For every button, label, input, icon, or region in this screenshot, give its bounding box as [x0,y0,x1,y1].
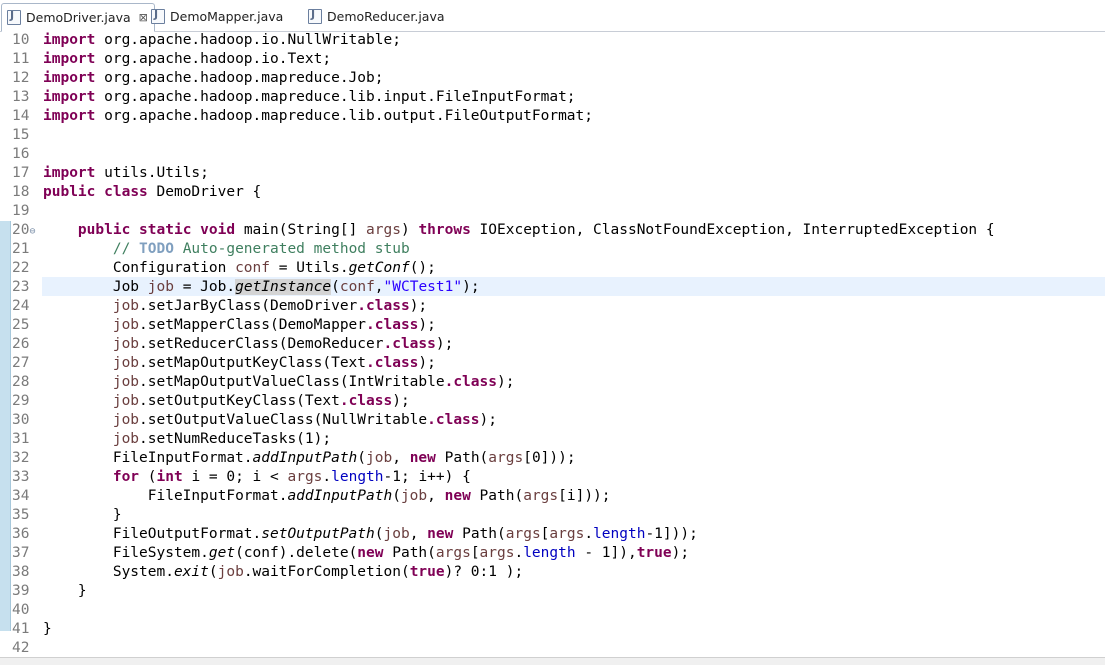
fold-collapse-icon[interactable]: ⊖ [29,226,35,237]
editor-tab-bar: DemoDriver.java ⊠ DemoMapper.java DemoRe… [0,0,1105,32]
code-line: 23 Job job = Job.getInstance(conf,"WCTes… [12,279,480,295]
code-line: 19 [0,202,1105,221]
line-number: 25 [12,317,30,333]
code-line: 39 } [12,583,87,599]
code-line: 38 System.exit(job.waitForCompletion(tru… [12,564,524,580]
code-line: 36 FileOutputFormat.setOutputPath(job, n… [12,526,698,542]
line-number: 21 [12,241,30,257]
code-line: 15 [0,126,1105,145]
code-line: 20⊖ public static void main(String[] arg… [0,221,1105,240]
line-number: 42 [12,640,30,656]
code-line: 10 import org.apache.hadoop.io.NullWritab… [12,32,401,48]
java-file-icon [308,8,322,24]
line-number: 32 [12,450,30,466]
code-line: 12 import org.apache.hadoop.mapreduce.Job… [12,70,384,86]
code-line: 40 [0,601,1105,620]
line-number: 30 [12,412,30,428]
line-number: 19 [12,203,30,219]
line-number: 24 [12,298,30,314]
code-editor[interactable]: 10 import org.apache.hadoop.io.NullWritab… [0,31,1105,664]
line-number: 40 [12,602,30,618]
line-number: 15 [12,127,30,143]
code-line: 27 job.setMapOutputKeyClass(Text.class); [12,355,436,371]
line-number: 27 [12,355,30,371]
code-line: 18 public class DemoDriver { [12,184,262,200]
line-number: 10 [12,32,30,48]
code-line: 37 FileSystem.get(conf).delete(new Path(… [12,545,690,561]
code-line: 16 [0,145,1105,164]
code-line: 42 [0,639,1105,658]
line-number: 13 [12,89,30,105]
line-number: 20⊖ [12,222,36,238]
line-number: 41 [12,621,30,637]
tab-demodriver[interactable]: DemoDriver.java ⊠ [1,3,155,32]
line-number: 34 [12,488,30,504]
line-number: 38 [12,564,30,580]
line-number: 14 [12,108,30,124]
code-line: 41} [12,621,52,637]
tab-demoreducer[interactable]: DemoReducer.java [308,3,445,30]
code-line: 22 Configuration conf = Utils.getConf(); [12,260,436,276]
java-file-icon [151,8,165,24]
code-line: 28 job.setMapOutputValueClass(IntWritabl… [12,374,515,390]
line-number: 16 [12,146,30,162]
code-line: 30 job.setOutputValueClass(NullWritable.… [12,412,497,428]
code-line: 24 job.setJarByClass(DemoDriver.class); [12,298,428,314]
code-line: 34 FileInputFormat.addInputPath(job, new… [12,488,611,504]
line-number: 12 [12,70,30,86]
line-number: 35 [12,507,30,523]
line-number: 17 [12,165,30,181]
line-number: 37 [12,545,30,561]
line-number: 23 [12,279,30,295]
line-number: 18 [12,184,30,200]
code-line: 32 FileInputFormat.addInputPath(job, new… [12,450,576,466]
line-number: 11 [12,51,30,67]
line-number: 39 [12,583,30,599]
code-line: 21 // TODO Auto-generated method stub [12,241,410,257]
line-number: 22 [12,260,30,276]
line-number: 28 [12,374,30,390]
tab-demomapper[interactable]: DemoMapper.java [151,3,283,30]
code-line: 25 job.setMapperClass(DemoMapper.class); [12,317,436,333]
code-line: 33 for (int i = 0; i < args.length-1; i+… [12,469,471,485]
code-line: 29 job.setOutputKeyClass(Text.class); [12,393,410,409]
line-number: 29 [12,393,30,409]
line-number: 31 [12,431,30,447]
code-line: 26 job.setReducerClass(DemoReducer.class… [12,336,454,352]
code-line: 31 job.setNumReduceTasks(1); [12,431,332,447]
line-number: 33 [12,469,30,485]
java-file-icon [7,9,21,25]
code-line: 14 import org.apache.hadoop.mapreduce.lib… [12,108,593,124]
code-line: 35 } [12,507,122,523]
tab-label: DemoDriver.java [26,10,131,25]
tab-label: DemoReducer.java [327,9,445,24]
code-line: 11 import org.apache.hadoop.io.Text; [12,51,332,67]
code-line: 13 import org.apache.hadoop.mapreduce.lib… [12,89,576,105]
tab-label: DemoMapper.java [170,9,284,24]
close-tab-icon[interactable]: ⊠ [139,11,148,24]
line-number: 26 [12,336,30,352]
code-line: 17 import utils.Utils; [12,165,209,181]
todo-marker: TODO [139,241,174,257]
line-number: 36 [12,526,30,542]
